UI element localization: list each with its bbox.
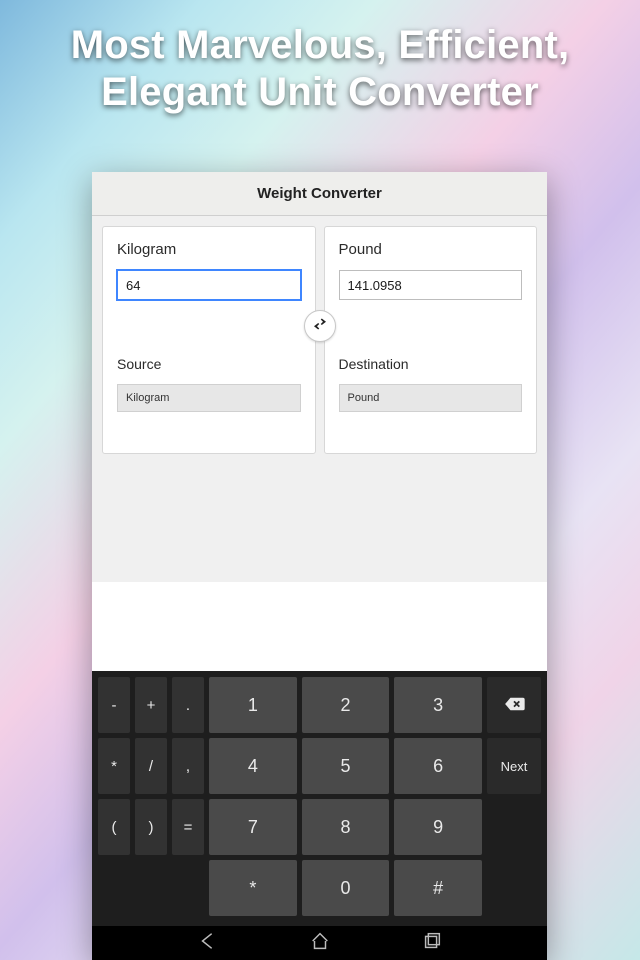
key-8[interactable]: 8 — [302, 799, 390, 855]
key-.[interactable]: . — [172, 677, 204, 733]
key-+[interactable]: + — [135, 677, 167, 733]
destination-value-input[interactable] — [339, 270, 523, 300]
key-2[interactable]: 2 — [302, 677, 390, 733]
converter-panel: Kilogram Source Kilogram Pound Destinati… — [92, 216, 547, 582]
key-9[interactable]: 9 — [394, 799, 482, 855]
swap-button[interactable] — [304, 310, 336, 342]
destination-card: Pound Destination Pound — [324, 226, 538, 454]
promo-line-1: Most Marvelous, Efficient, — [0, 22, 640, 69]
source-unit-picker-value: Kilogram — [126, 392, 169, 404]
key-7[interactable]: 7 — [209, 799, 297, 855]
numeric-keyboard: -+.123*/,456Next()=789*0# — [92, 671, 547, 926]
key-/[interactable]: / — [135, 738, 167, 794]
destination-unit-label: Pound — [339, 241, 523, 258]
key-,[interactable]: , — [172, 738, 204, 794]
key-5[interactable]: 5 — [302, 738, 390, 794]
promo-line-2: Elegant Unit Converter — [0, 69, 640, 116]
source-unit-picker[interactable]: Kilogram — [117, 384, 301, 412]
source-heading: Source — [117, 356, 301, 372]
swap-horiz-icon — [311, 315, 329, 338]
key-=[interactable]: = — [172, 799, 204, 855]
key-0[interactable]: 0 — [302, 860, 390, 916]
destination-unit-picker-value: Pound — [348, 392, 380, 404]
source-unit-label: Kilogram — [117, 241, 301, 258]
destination-unit-picker[interactable]: Pound — [339, 384, 523, 412]
key-1[interactable]: 1 — [209, 677, 297, 733]
home-icon[interactable] — [309, 930, 331, 957]
backspace-key[interactable] — [487, 677, 541, 733]
page-title: Weight Converter — [257, 185, 382, 202]
key-4[interactable]: 4 — [209, 738, 297, 794]
next-key[interactable]: Next — [487, 738, 541, 794]
key-6[interactable]: 6 — [394, 738, 482, 794]
key-#[interactable]: # — [394, 860, 482, 916]
promo-headline: Most Marvelous, Efficient, Elegant Unit … — [0, 22, 640, 116]
android-navbar — [92, 926, 547, 960]
key-([interactable]: ( — [98, 799, 130, 855]
titlebar: Weight Converter — [92, 172, 547, 216]
source-value-input[interactable] — [117, 270, 301, 300]
recent-icon[interactable] — [421, 930, 443, 957]
key-*[interactable]: * — [98, 738, 130, 794]
destination-heading: Destination — [339, 356, 523, 372]
key-)[interactable]: ) — [135, 799, 167, 855]
source-card: Kilogram Source Kilogram — [102, 226, 316, 454]
key-3[interactable]: 3 — [394, 677, 482, 733]
content-spacer — [102, 454, 537, 564]
backspace-icon — [503, 696, 525, 715]
key--[interactable]: - — [98, 677, 130, 733]
key-*[interactable]: * — [209, 860, 297, 916]
phone-frame: Weight Converter Kilogram Source Kilogra… — [92, 172, 547, 960]
back-icon[interactable] — [197, 930, 219, 957]
